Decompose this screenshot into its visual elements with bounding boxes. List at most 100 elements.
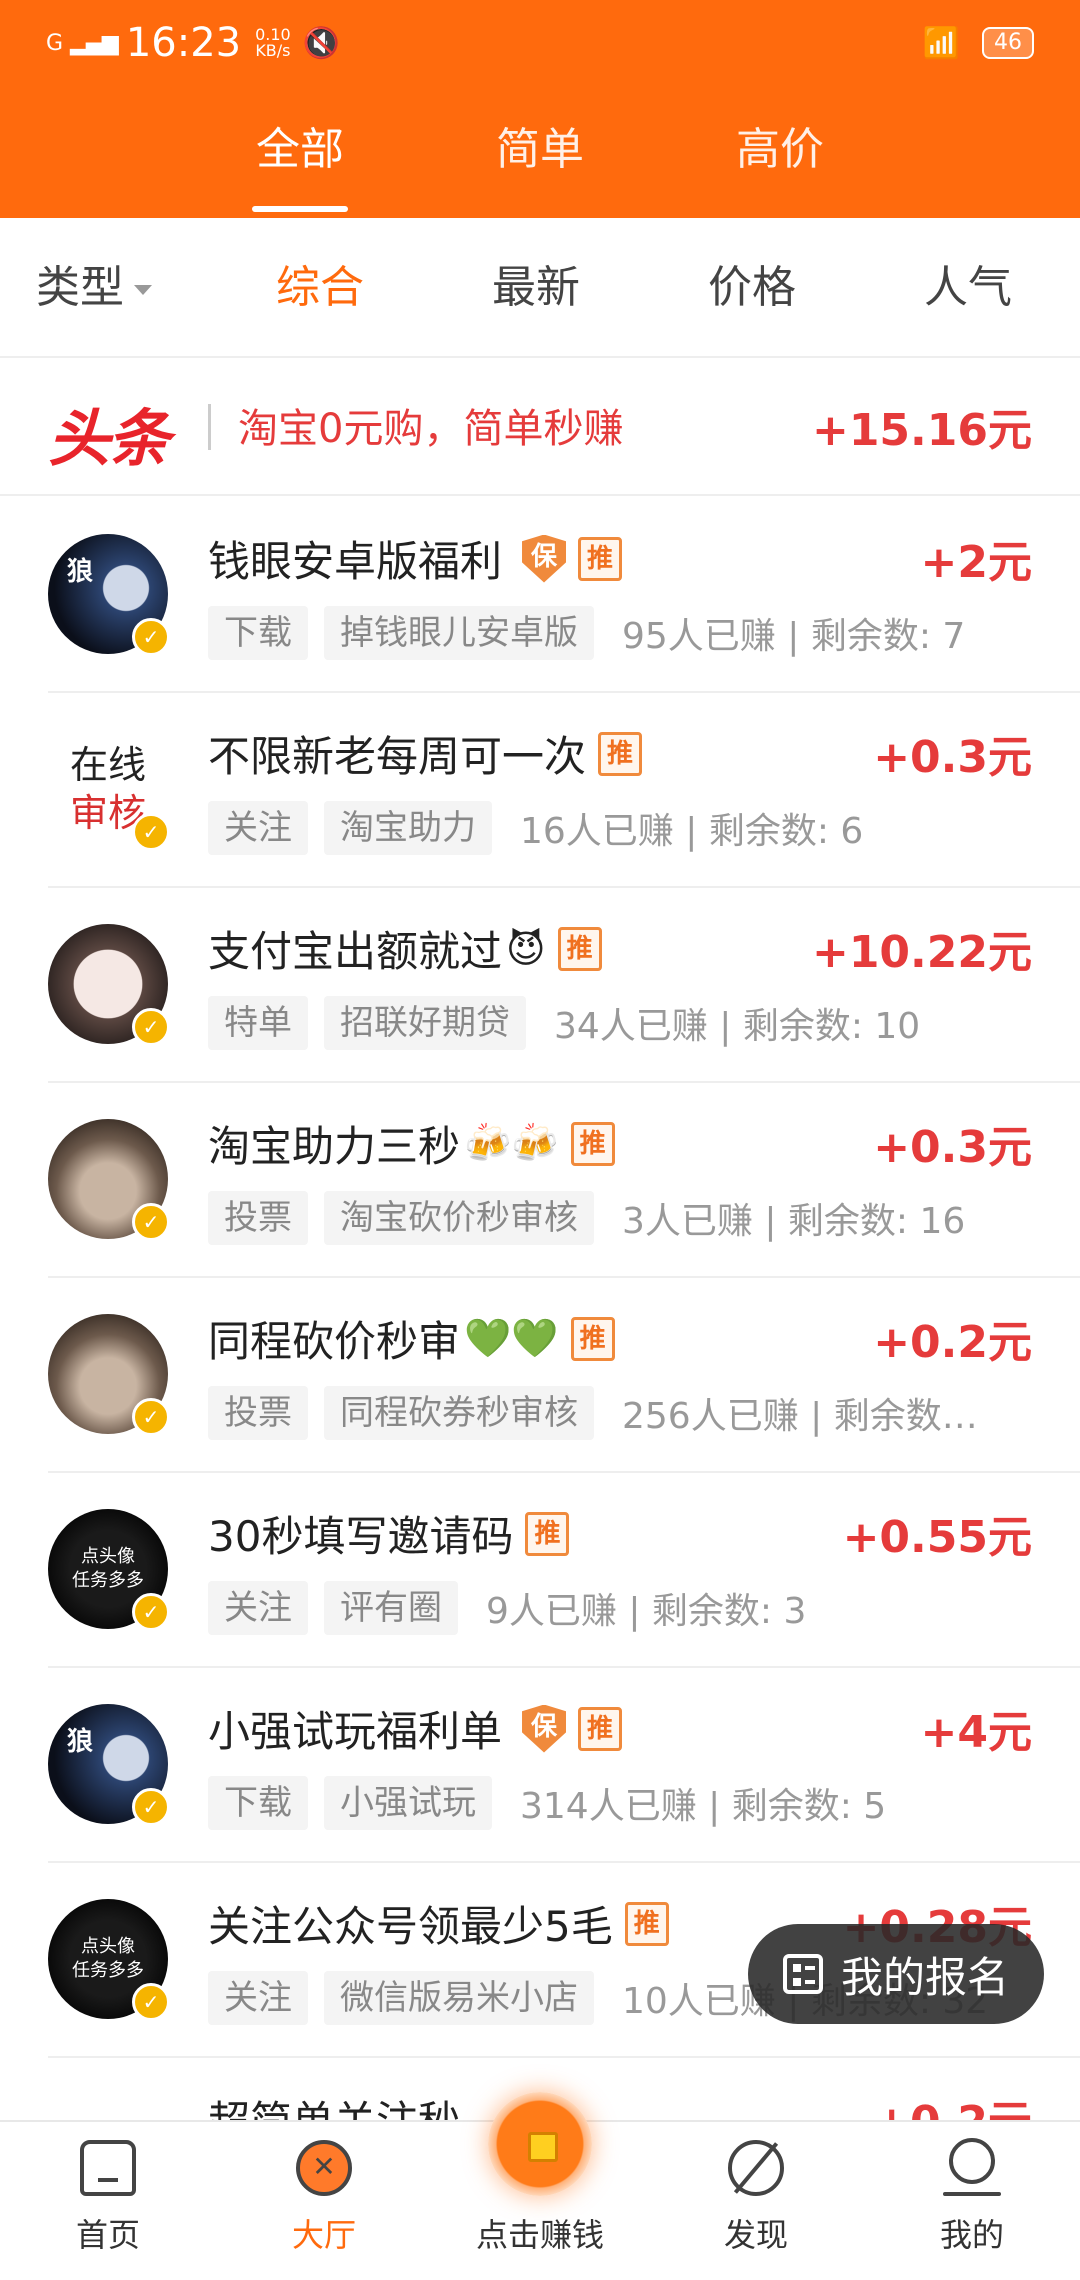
avatar[interactable]: ✓ [48,1119,170,1241]
task-meta: 关注 淘宝助力 16人已赚 | 剩余数: 6 [208,801,863,855]
headline-banner[interactable]: 头条 淘宝0元购，简单秒赚 +15.16元 [0,358,1080,496]
tab-high-price[interactable]: 高价 [700,110,860,218]
task-tag-chip: 招联好期贷 [324,996,526,1050]
task-title: 小强试玩福利单保推 [208,1698,623,1759]
battery-indicator: 46 [982,27,1034,59]
status-bar: G ▂▄▆ 16:23 0.10 KB/s 🔇 📶 46 [46,18,1034,68]
task-row[interactable]: 狼 ✓ 小强试玩福利单保推 +4元 下载 小强试玩 314人已赚 | 剩余数: 5 [0,1668,1080,1863]
task-row[interactable]: 狼 ✓ 钱眼安卓版福利保推 +2元 下载 掉钱眼儿安卓版 95人已赚 | 剩余数: 7 [0,498,1080,693]
task-tag-chip: 投票 [208,1386,308,1440]
task-tag-chip: 淘宝助力 [324,801,492,855]
task-title: 不限新老每周可一次推 [208,723,643,784]
home-icon [80,2140,136,2196]
avatar-text: 点头像 [81,1936,135,1957]
headline-logo: 头条 [48,402,170,475]
status-time: 16:23 [125,20,242,66]
verified-badge-icon: ✓ [132,1008,170,1046]
avatar[interactable]: 点头像 任务多多 ✓ [48,1509,170,1631]
task-row[interactable]: ✓ 支付宝出额就过 😈 推 +10.22元特单 招联好期贷 34人已赚 | 剩余数: 10 [0,888,1080,1083]
verified-badge-icon: ✓ [132,618,170,656]
caret-down-icon [134,285,152,295]
headline-divider [208,404,211,450]
sort-filter-bar: 类型 综合 最新 价格 人气 [0,218,1080,358]
avatar[interactable]: 在线 审核 ✓ [48,729,170,851]
sort-price[interactable]: 价格 [708,218,796,358]
task-title-text: 钱眼安卓版福利 [208,537,503,586]
my-registration-button[interactable]: 我的报名 [748,1924,1044,2024]
task-reward: +0.3元 [873,732,1032,783]
avatar-text: 狼 [66,557,93,587]
task-stats: 3人已赚 | 剩余数: 16 [622,1201,966,1242]
coin-icon[interactable] [488,2092,592,2196]
sort-popularity[interactable]: 人气 [924,218,1012,358]
nav-discover-label: 发现 [723,2216,788,2254]
nav-home[interactable]: 首页 [18,2122,198,2280]
sort-newest[interactable]: 最新 [492,218,580,358]
wifi-icon: 📶 [922,25,960,61]
task-title-text: 淘宝助力三秒 [208,1122,461,1171]
task-row[interactable]: ✓ 淘宝助力三秒 🍻🍻 推 +0.3元投票 淘宝砍价秒审核 3人已赚 | 剩余数: 16 [0,1083,1080,1278]
task-title-text: 30秒填写邀请码 [208,1512,514,1561]
avatar[interactable]: 狼 ✓ [48,1704,170,1826]
task-tag-chip: 微信版易米小店 [324,1971,594,2025]
task-title-text: 支付宝出额就过 [208,927,503,976]
task-stats: 314人已赚 | 剩余数: 5 [520,1786,887,1827]
recommend-badge: 推 [557,926,602,971]
task-title-text: 关注公众号领最少5毛 [208,1902,613,1951]
nav-mine[interactable]: 我的 [882,2122,1062,2280]
task-meta: 投票 同程砍券秒审核 256人已赚 | 剩余数… [208,1386,978,1440]
tab-all[interactable]: 全部 [220,110,380,218]
task-tag-chip: 同程砍券秒审核 [324,1386,594,1440]
task-row[interactable]: 在线 审核 ✓ 不限新老每周可一次推 +0.3元关注 淘宝助力 16人已赚 | 剩余数: 6 [0,693,1080,888]
task-title: 30秒填写邀请码推 [208,1503,570,1564]
recommend-badge: 推 [578,536,623,581]
avatar[interactable]: 狼 ✓ [48,534,170,656]
tab-simple[interactable]: 简单 [460,110,620,218]
task-tag-chip: 特单 [208,996,308,1050]
emoji-icon: 😈 [506,926,546,971]
task-tag-chip: 下载 [208,1776,308,1830]
task-reward: +10.22元 [811,927,1032,978]
list-icon [782,1954,823,1994]
nav-home-label: 首页 [75,2216,140,2254]
headline-amount: +15.16元 [811,405,1032,456]
headline-text: 淘宝0元购，简单秒赚 [238,406,624,452]
task-title: 淘宝助力三秒 🍻🍻 推 [208,1113,615,1174]
recommend-badge: 推 [578,1706,623,1751]
task-meta: 下载 掉钱眼儿安卓版 95人已赚 | 剩余数: 7 [208,606,965,660]
task-title-text: 不限新老每周可一次 [208,732,587,781]
task-title: 钱眼安卓版福利保推 [208,528,623,589]
recommend-badge: 推 [570,1316,615,1361]
verified-badge-icon: ✓ [132,1593,170,1631]
task-title: 关注公众号领最少5毛推 [208,1893,669,1954]
task-tag-chip: 关注 [208,801,308,855]
task-stats: 34人已赚 | 剩余数: 10 [554,1006,921,1047]
recommend-badge: 推 [624,1901,669,1946]
avatar[interactable]: 点头像 任务多多 ✓ [48,1899,170,2021]
task-stats: 95人已赚 | 剩余数: 7 [622,616,966,657]
task-reward: +0.3元 [873,1122,1032,1173]
task-row[interactable]: 点头像 任务多多 ✓ 30秒填写邀请码推 +0.55元 关注 评有圈 9人已赚 | 剩余数: … [0,1473,1080,1668]
task-meta: 投票 淘宝砍价秒审核 3人已赚 | 剩余数: 16 [208,1191,965,1245]
nav-hall[interactable]: 大厅 [234,2122,414,2280]
my-registration-label: 我的报名 [840,1952,1009,2002]
task-title-text: 小强试玩福利单 [208,1707,503,1756]
avatar[interactable]: ✓ [48,1314,170,1436]
avatar[interactable]: ✓ [48,924,170,1046]
task-reward: +0.55元 [842,1512,1032,1563]
task-reward: +4元 [920,1707,1032,1758]
task-title: 同程砍价秒审 💚💚 推 [208,1308,615,1369]
avatar-text: 点头像 [81,1546,135,1567]
task-tag-chip: 掉钱眼儿安卓版 [324,606,594,660]
mute-icon: 🔇 [302,25,341,61]
nav-mine-label: 我的 [939,2216,1004,2254]
guarantee-shield-icon: 保 [522,534,567,583]
task-row[interactable]: ✓ 同程砍价秒审 💚💚 推 +0.2元 投票 同程砍券秒审核 256人已赚 | 剩余数… [0,1278,1080,1473]
recommend-badge: 推 [570,1121,615,1166]
nav-discover[interactable]: 发现 [666,2122,846,2280]
sort-comprehensive[interactable]: 综合 [276,218,364,358]
signal-icon: G [46,30,63,56]
emoji-icon: 🍻🍻 [464,1121,559,1165]
type-dropdown[interactable]: 类型 [36,218,152,358]
task-stats: 16人已赚 | 剩余数: 6 [520,811,864,852]
